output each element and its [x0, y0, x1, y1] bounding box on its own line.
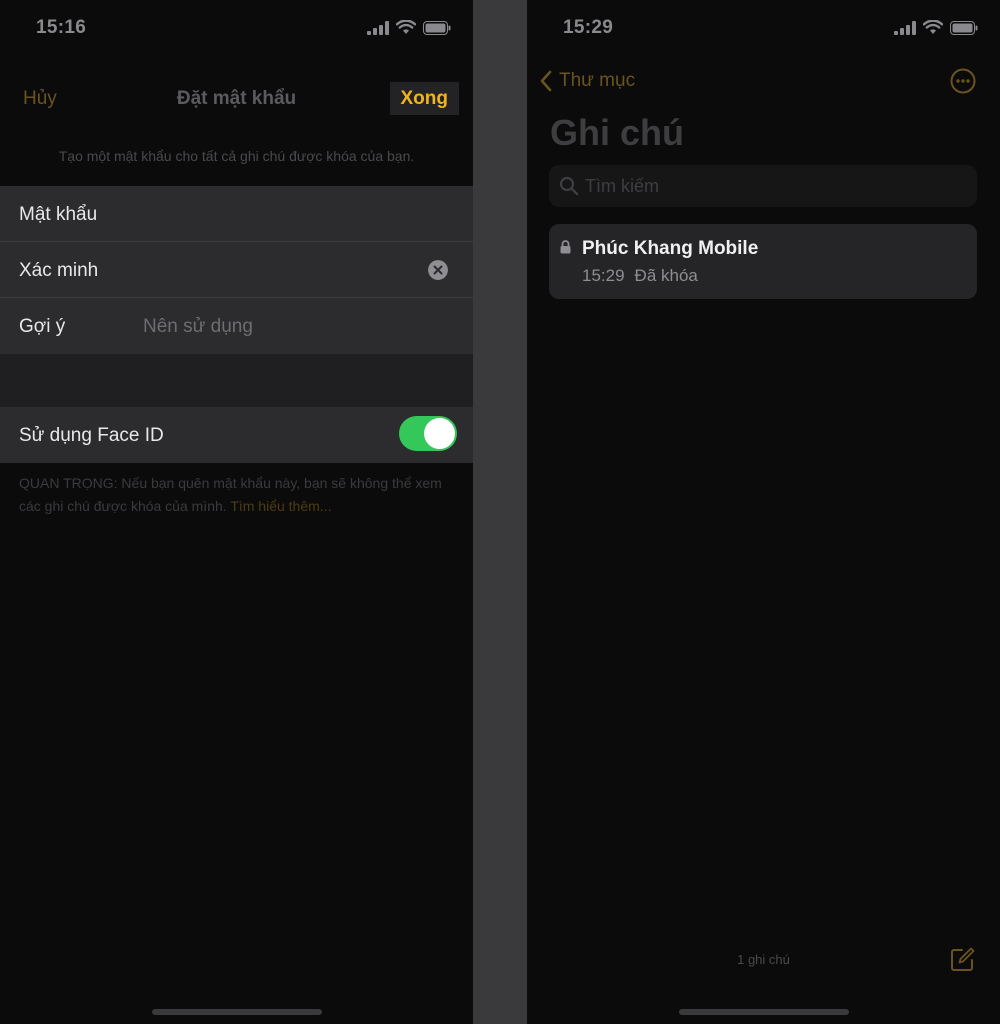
wifi-icon [396, 20, 416, 34]
done-button[interactable]: Xong [389, 82, 459, 115]
status-bar: 15:16 [0, 0, 473, 56]
hint-row[interactable]: Gợi ý Nên sử dụng [0, 298, 473, 354]
search-icon [559, 176, 579, 196]
nav-bar: Hủy Đặt mật khẩu Xong [0, 56, 473, 144]
back-button[interactable]: Thư mục [539, 70, 635, 92]
note-status: Đã khóa [634, 266, 698, 285]
face-id-row: Sử dụng Face ID [0, 407, 473, 463]
password-label: Mật khẩu [19, 204, 98, 225]
face-id-toggle[interactable] [399, 416, 457, 451]
face-id-label: Sử dụng Face ID [19, 425, 164, 446]
back-label: Thư mục [559, 70, 636, 91]
compose-icon[interactable] [950, 946, 976, 972]
clear-icon[interactable] [428, 260, 448, 280]
note-title: Phúc Khang Mobile [582, 238, 759, 259]
signal-icon [894, 20, 916, 35]
chevron-left-icon [540, 70, 552, 92]
password-form: Mật khẩu Xác minh Gợi ý Nên sử dụng [0, 186, 473, 354]
wifi-icon [923, 20, 943, 34]
password-row[interactable]: Mật khẩu [0, 186, 473, 242]
learn-more-link[interactable]: Tìm hiểu thêm... [230, 498, 331, 514]
status-icons [894, 20, 978, 35]
toggle-knob [424, 418, 455, 449]
status-bar: 15:29 [527, 0, 1000, 56]
note-meta: 15:29 Đã khóa [582, 266, 698, 286]
battery-icon [423, 20, 451, 35]
status-time: 15:29 [563, 17, 614, 38]
more-icon[interactable] [950, 68, 976, 94]
section-separator [0, 354, 473, 407]
password-description: Tạo một mật khẩu cho tất cả ghi chú được… [58, 148, 415, 164]
notes-list-screen: 15:29 Thư mục Ghi chú Tìm kiếm Phúc Khan… [527, 0, 1000, 1024]
search-placeholder: Tìm kiếm [585, 176, 659, 196]
status-icons [367, 20, 451, 35]
set-password-screen: 15:16 Hủy Đặt mật khẩu Xong Tạo một mật … [0, 0, 473, 1024]
hint-label: Gợi ý [19, 316, 66, 337]
home-indicator[interactable] [151, 1009, 322, 1015]
hint-input[interactable]: Nên sử dụng [143, 316, 253, 338]
status-time: 15:16 [36, 17, 87, 38]
signal-icon [367, 20, 389, 35]
battery-icon [950, 20, 978, 35]
page-title: Ghi chú [550, 112, 684, 153]
notes-count: 1 ghi chú [737, 952, 790, 967]
important-note: QUAN TRỌNG: Nếu bạn quên mật khẩu này, b… [19, 472, 453, 518]
verify-row[interactable]: Xác minh [0, 242, 473, 298]
home-indicator[interactable] [678, 1009, 849, 1015]
search-input[interactable]: Tìm kiếm [549, 165, 977, 207]
note-time: 15:29 [582, 266, 625, 285]
verify-label: Xác minh [19, 260, 99, 281]
list-item[interactable]: Phúc Khang Mobile 15:29 Đã khóa [549, 224, 977, 299]
lock-icon [560, 240, 571, 254]
